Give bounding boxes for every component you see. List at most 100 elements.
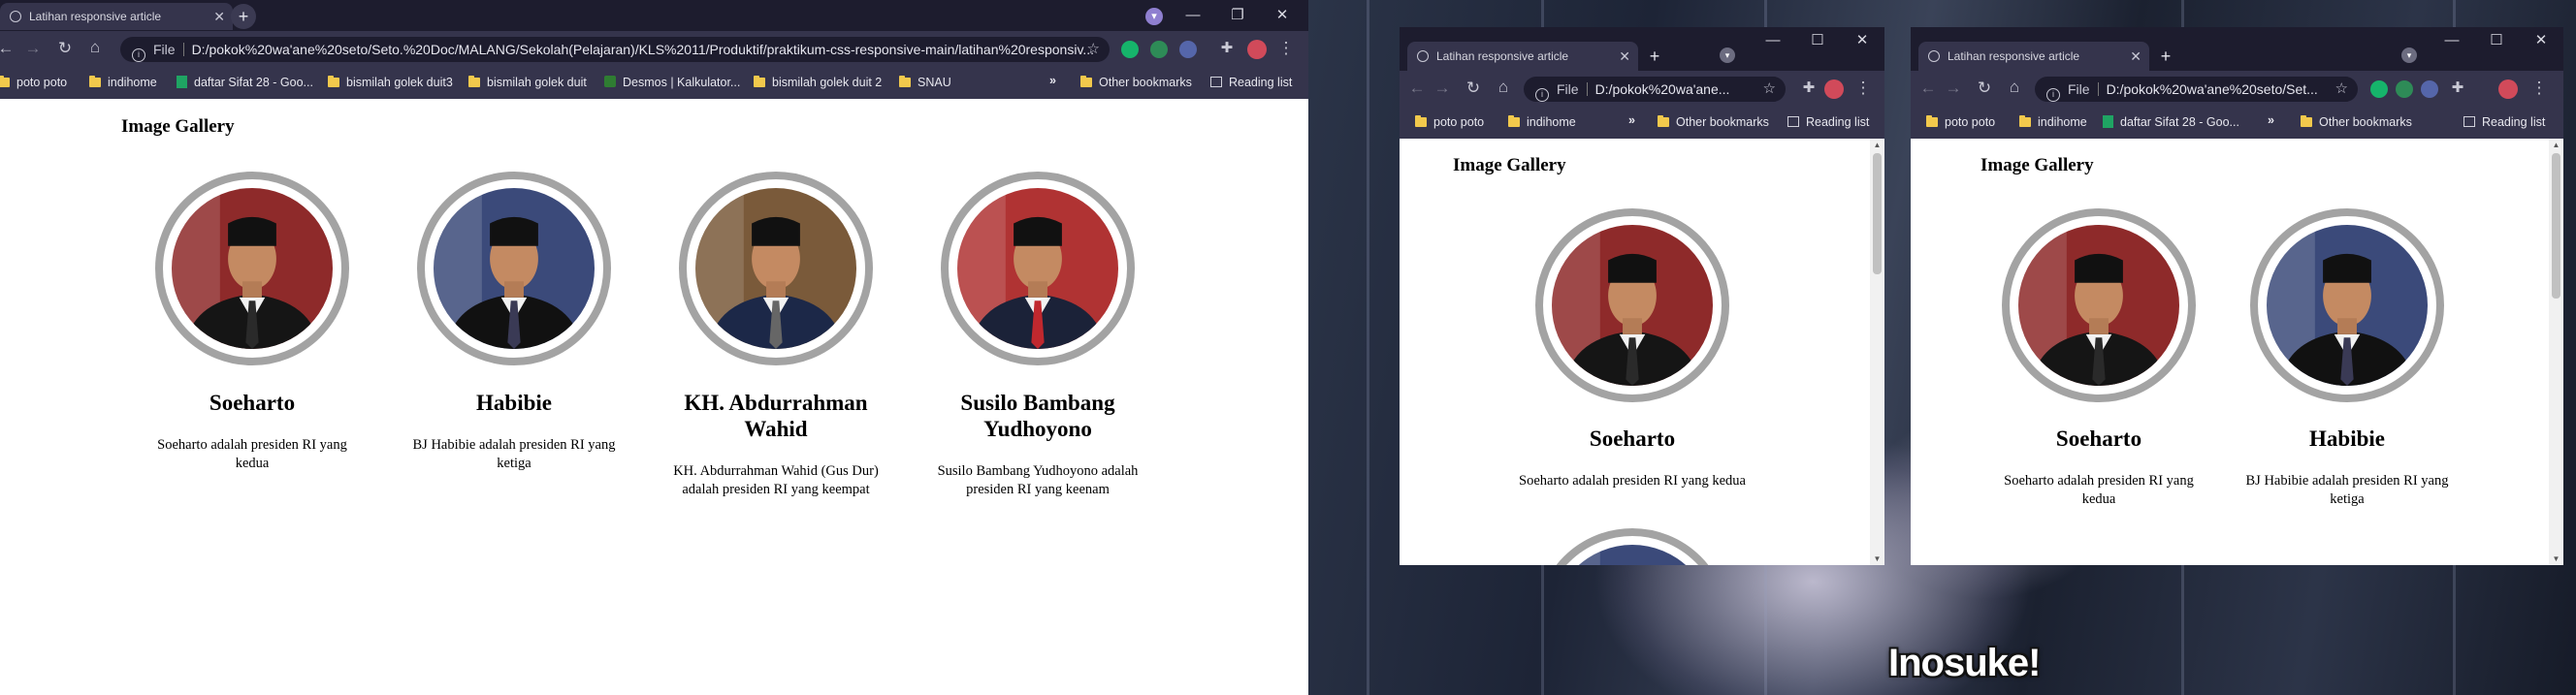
tab-active[interactable]: Latihan responsive article ✕ <box>1918 42 2149 71</box>
reading-list[interactable]: Reading list <box>1787 115 1869 129</box>
bookmark-item[interactable]: indihome <box>1508 115 1576 129</box>
address-bar[interactable]: i File D:/pokok%20wa'ane%20seto/Seto.%20Do… <box>120 37 1110 62</box>
home-icon[interactable]: ⌂ <box>83 38 107 57</box>
restore-button[interactable]: ☐ <box>2474 27 2519 54</box>
portrait-photo <box>1535 208 1729 402</box>
bookmark-star-icon[interactable]: ☆ <box>2331 77 2348 102</box>
home-icon[interactable]: ⌂ <box>2003 78 2026 97</box>
scroll-up-arrow[interactable]: ▲ <box>2549 141 2563 149</box>
bookmark-item[interactable]: poto poto <box>1926 115 1995 129</box>
gallery-card: KH. Abdurrahman Wahid KH. Abdurrahman Wa… <box>660 172 892 497</box>
bookmark-item[interactable]: indihome <box>89 76 157 89</box>
bookmark-item[interactable]: bismilah golek duit <box>468 76 587 89</box>
reload-icon[interactable]: ↻ <box>1973 79 1996 98</box>
reading-list[interactable]: Reading list <box>2463 115 2545 129</box>
close-tab-icon[interactable]: ✕ <box>213 3 225 30</box>
bookmark-item[interactable]: indihome <box>2019 115 2087 129</box>
close-tab-icon[interactable]: ✕ <box>2130 42 2141 71</box>
tab-search-icon[interactable]: ▾ <box>2401 47 2417 63</box>
vertical-scrollbar[interactable]: ▲ ▼ <box>2549 139 2563 565</box>
menu-icon[interactable]: ⋮ <box>1852 79 1875 98</box>
profile-avatar[interactable] <box>1824 79 1844 99</box>
restore-button[interactable]: ❐ <box>1215 0 1260 31</box>
other-bookmarks[interactable]: Other bookmarks <box>2301 115 2412 129</box>
extension-icon[interactable] <box>1150 41 1168 58</box>
close-window-button[interactable]: ✕ <box>2519 27 2563 54</box>
vertical-scrollbar[interactable]: ▲ ▼ <box>1870 139 1884 565</box>
more-bookmarks-button[interactable]: » <box>2268 113 2274 127</box>
menu-icon[interactable]: ⋮ <box>2528 79 2551 98</box>
profile-avatar[interactable] <box>2498 79 2518 99</box>
folder-icon <box>1415 115 1427 127</box>
bookmark-item[interactable]: daftar Sifat 28 - Goo... <box>177 76 313 89</box>
address-bar[interactable]: i File D:/pokok%20wa'ane... ☆ <box>1524 77 1786 102</box>
menu-icon[interactable]: ⋮ <box>1274 39 1298 58</box>
profile-avatar[interactable] <box>1247 40 1267 59</box>
reload-icon[interactable]: ↻ <box>1462 79 1485 98</box>
minimize-button[interactable]: — <box>1751 27 1795 54</box>
scroll-down-arrow[interactable]: ▼ <box>1870 554 1884 563</box>
site-info-icon[interactable]: i <box>132 48 145 62</box>
new-tab-button[interactable]: + <box>1642 44 1667 69</box>
portrait-illustration <box>172 188 333 349</box>
close-window-button[interactable]: ✕ <box>1840 27 1884 54</box>
portrait-illustration <box>695 188 856 349</box>
url-text: D:/pokok%20wa'ane%20seto/Set... <box>2106 81 2318 97</box>
scroll-down-arrow[interactable]: ▼ <box>2549 554 2563 563</box>
toolbar: ← → ↻ ⌂ i File D:/pokok%20wa'ane... ☆ ✚ ⋮ <box>1400 71 1884 108</box>
portrait-photo <box>679 172 873 365</box>
minimize-button[interactable]: — <box>1171 0 1215 31</box>
scrollbar-thumb[interactable] <box>2552 153 2560 299</box>
back-icon[interactable]: ← <box>1405 79 1429 98</box>
site-info-icon[interactable]: i <box>1535 88 1549 102</box>
other-bookmarks[interactable]: Other bookmarks <box>1658 115 1769 129</box>
bookmark-item[interactable]: daftar Sifat 28 - Goo... <box>2103 115 2239 129</box>
tab-search-icon[interactable]: ▾ <box>1720 47 1735 63</box>
back-icon[interactable]: ← <box>0 39 17 58</box>
address-bar[interactable]: i File D:/pokok%20wa'ane%20seto/Set... ☆ <box>2035 77 2358 102</box>
reload-icon[interactable]: ↻ <box>53 39 77 58</box>
bookmark-item[interactable]: bismilah golek duit3 <box>328 76 453 89</box>
forward-icon[interactable]: → <box>1431 79 1454 98</box>
bookmark-item[interactable]: SNAU <box>899 76 951 89</box>
new-tab-button[interactable]: + <box>2153 44 2178 69</box>
grammarly-extension-icon[interactable] <box>1121 41 1139 58</box>
forward-icon[interactable]: → <box>21 39 45 58</box>
tab-active[interactable]: Latihan responsive article ✕ <box>1407 42 1638 71</box>
close-tab-icon[interactable]: ✕ <box>1619 42 1630 71</box>
bookmark-star-icon[interactable]: ☆ <box>1758 77 1776 102</box>
bookmark-item[interactable]: poto poto <box>1415 115 1484 129</box>
person-name: Soeharto <box>1589 426 1676 451</box>
extensions-puzzle-icon[interactable]: ✚ <box>1797 79 1820 96</box>
bookmark-item[interactable]: Desmos | Kalkulator... <box>604 76 740 89</box>
bookmark-item[interactable]: poto poto <box>0 76 67 89</box>
tab-search-icon[interactable]: ▾ <box>1145 8 1163 25</box>
folder-icon <box>1658 115 1669 127</box>
more-bookmarks-button[interactable]: » <box>1628 113 1635 127</box>
tab-active[interactable]: Latihan responsive article ✕ <box>0 3 233 30</box>
bookmark-star-icon[interactable]: ☆ <box>1087 37 1100 62</box>
bookmark-item[interactable]: bismilah golek duit 2 <box>754 76 882 89</box>
extension-icon-2[interactable] <box>2421 80 2438 98</box>
reading-list[interactable]: Reading list <box>1210 76 1292 89</box>
extension-icon[interactable] <box>2396 80 2413 98</box>
portrait-photo <box>155 172 349 365</box>
extensions-puzzle-icon[interactable]: ✚ <box>1215 39 1239 56</box>
more-bookmarks-button[interactable]: » <box>1049 74 1056 87</box>
new-tab-button[interactable]: + <box>231 4 256 29</box>
url-scheme: File <box>2068 81 2090 97</box>
site-info-icon[interactable]: i <box>2046 88 2060 102</box>
restore-button[interactable]: ☐ <box>1795 27 1840 54</box>
close-window-button[interactable]: ✕ <box>1260 0 1304 31</box>
extensions-puzzle-icon[interactable]: ✚ <box>2446 79 2469 96</box>
minimize-button[interactable]: — <box>2430 27 2474 54</box>
scrollbar-thumb[interactable] <box>1873 153 1882 274</box>
back-icon[interactable]: ← <box>1916 79 1940 98</box>
home-icon[interactable]: ⌂ <box>1492 78 1515 97</box>
forward-icon[interactable]: → <box>1942 79 1965 98</box>
extension-icon-2[interactable] <box>1179 41 1197 58</box>
other-bookmarks[interactable]: Other bookmarks <box>1080 76 1192 89</box>
scroll-up-arrow[interactable]: ▲ <box>1870 141 1884 149</box>
grammarly-extension-icon[interactable] <box>2370 80 2388 98</box>
folder-icon <box>1508 115 1520 127</box>
